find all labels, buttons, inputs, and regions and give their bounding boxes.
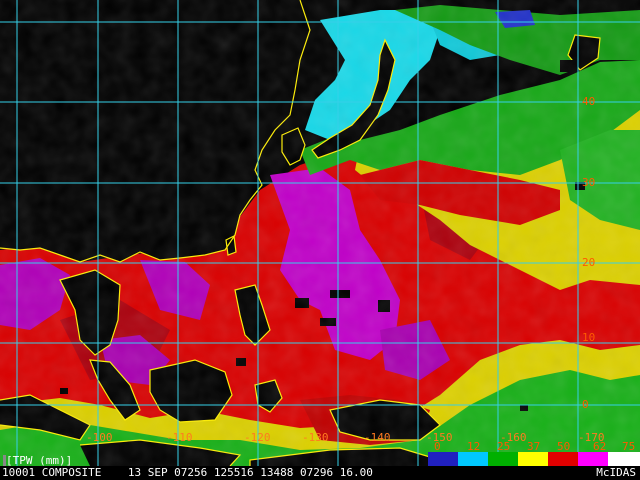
legend-value-12: 12: [467, 440, 481, 453]
lat-label-10: 10: [582, 331, 596, 344]
legend-value-75: 75: [622, 440, 636, 453]
lon-label-100: -100: [86, 431, 113, 444]
frame-info: 10001 COMPOSITE 13 SEP 07256 125516 1348…: [2, 466, 373, 479]
lat-label-40: 40: [582, 95, 596, 108]
lat-label-30: 30: [582, 176, 596, 189]
lon-label-130: -130: [302, 431, 329, 444]
legend-value-0: 0: [434, 440, 441, 453]
texture-overlay: [0, 0, 640, 466]
legend-value-62: 62: [593, 440, 607, 453]
tpw-map: [0, 0, 640, 466]
mcidas-brand: McIDAS: [596, 466, 636, 479]
legend-value-25: 25: [497, 440, 511, 453]
lon-label-120: -120: [244, 431, 271, 444]
product-title: [TPW (mm)]: [6, 454, 73, 467]
lat-label-20: 20: [582, 256, 596, 269]
legend-value-37: 37: [527, 440, 541, 453]
legend-value-50: 50: [557, 440, 571, 453]
lat-label-0: 0: [582, 398, 589, 411]
lon-label-140: -140: [364, 431, 391, 444]
lon-label-110: -110: [166, 431, 193, 444]
